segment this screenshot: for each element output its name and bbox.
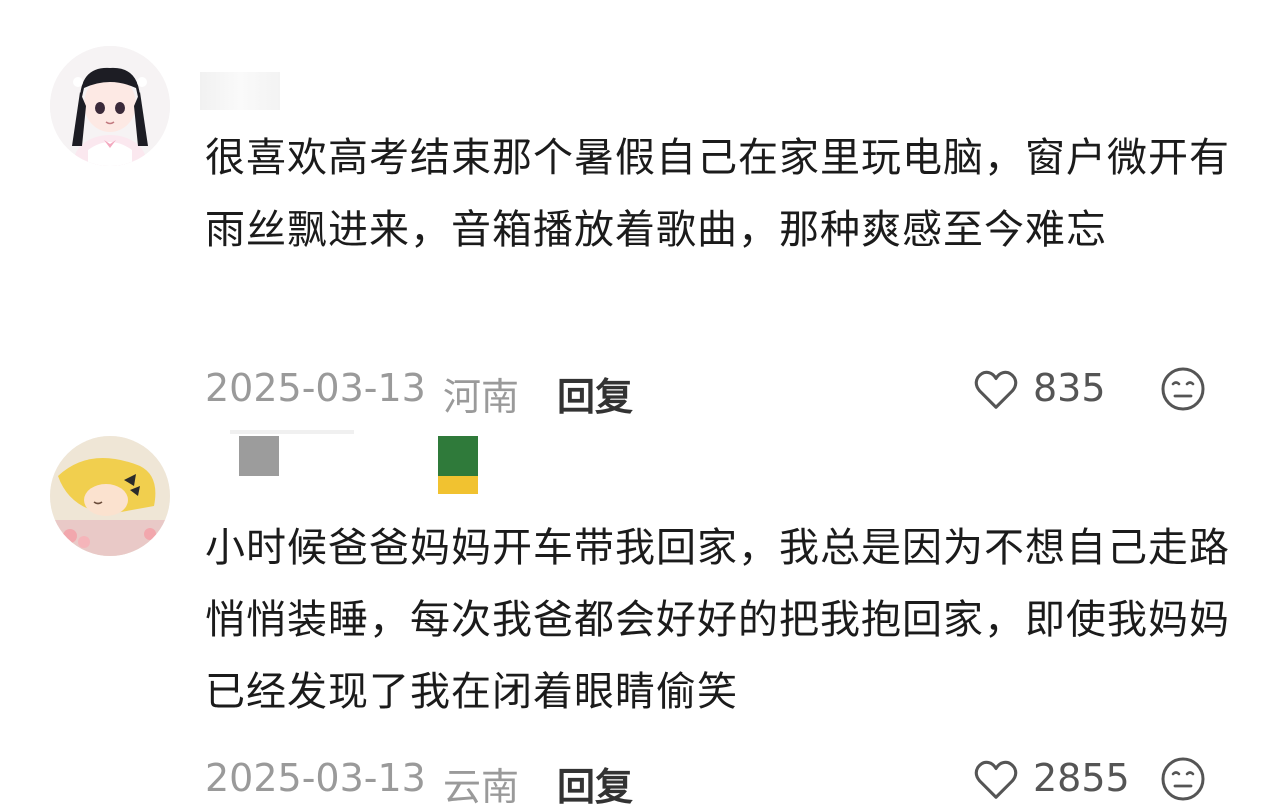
comment-item: 小时候爸爸妈妈开车带我回家，我总是因为不想自己走路悄悄装睡，每次我爸都会好好的把… bbox=[0, 430, 1280, 809]
comment-location: 云南 bbox=[443, 765, 520, 809]
user-avatar[interactable] bbox=[50, 436, 170, 556]
comment-date: 2025-03-13 bbox=[205, 756, 426, 800]
user-badge bbox=[438, 436, 478, 476]
comment-location: 河南 bbox=[443, 375, 520, 419]
heart-outline-icon[interactable] bbox=[973, 368, 1019, 412]
like-count: 835 bbox=[1033, 366, 1106, 410]
heart-outline-icon[interactable] bbox=[973, 758, 1019, 802]
like-count: 2855 bbox=[1033, 756, 1130, 800]
comment-text: 很喜欢高考结束那个暑假自己在家里玩电脑，窗户微开有雨丝飘进来，音箱播放着歌曲，那… bbox=[205, 135, 1230, 253]
comment-item: 很喜欢高考结束那个暑假自己在家里玩电脑，窗户微开有雨丝飘进来，音箱播放着歌曲，那… bbox=[0, 0, 1280, 430]
anime-girl-avatar-icon bbox=[50, 46, 170, 166]
user-avatar[interactable] bbox=[50, 46, 170, 166]
neutral-face-icon[interactable] bbox=[1160, 756, 1206, 802]
comment-meta: 2025-03-13 云南 回复 2855 bbox=[205, 748, 1235, 811]
neutral-face-icon[interactable] bbox=[1160, 366, 1206, 412]
comment-text: 小时候爸爸妈妈开车带我回家，我总是因为不想自己走路悄悄装睡，每次我爸都会好好的把… bbox=[205, 525, 1230, 715]
comment-meta: 2025-03-13 河南 回复 835 bbox=[205, 358, 1235, 421]
sleeping-girl-avatar-icon bbox=[50, 436, 170, 556]
reply-button[interactable]: 回复 bbox=[557, 756, 633, 811]
username-blurred[interactable] bbox=[200, 72, 280, 110]
username-blurred[interactable] bbox=[230, 430, 354, 434]
user-badge-strip bbox=[438, 476, 478, 494]
username-blurred[interactable] bbox=[239, 436, 279, 476]
reply-button[interactable]: 回复 bbox=[557, 366, 633, 421]
comment-date: 2025-03-13 bbox=[205, 366, 426, 410]
